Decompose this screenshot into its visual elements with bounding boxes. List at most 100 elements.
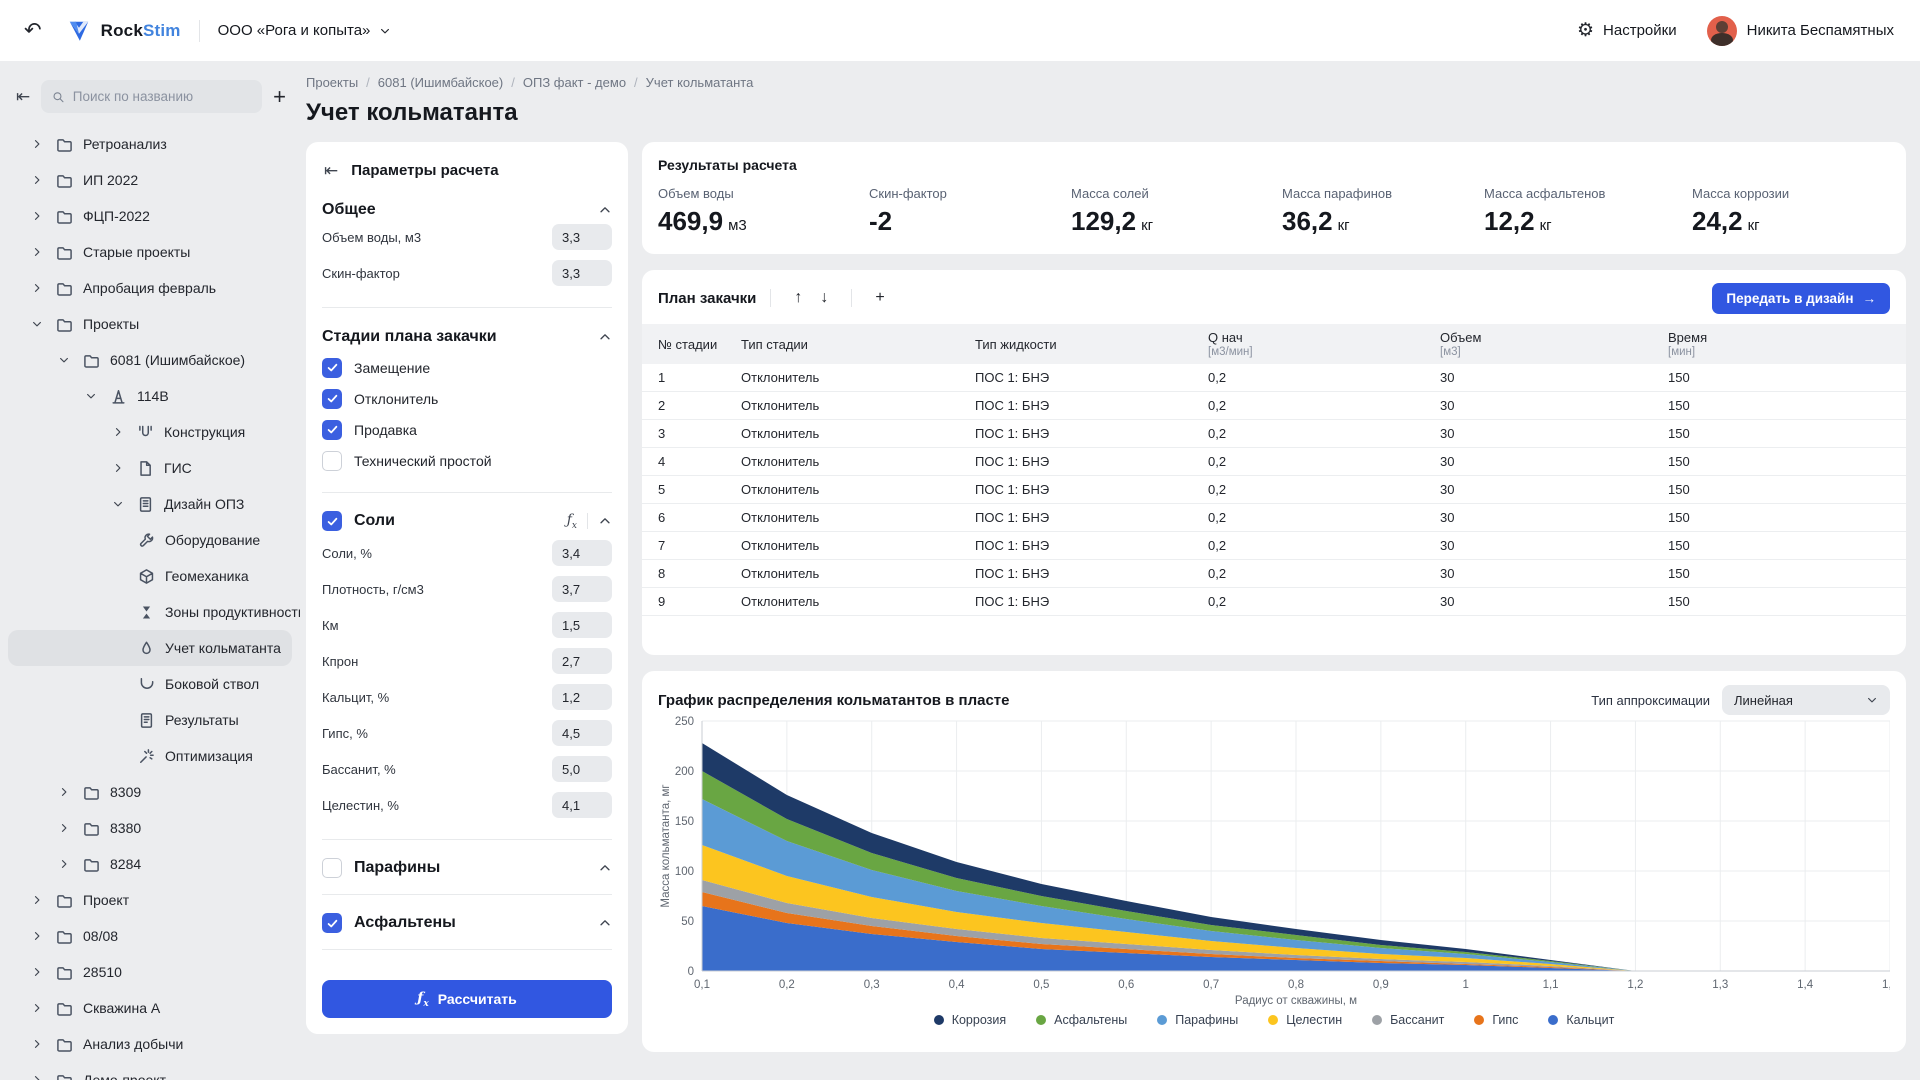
table-cell[interactable]: ПОС 1: БНЭ <box>975 538 1208 553</box>
table-cell[interactable]: 30 <box>1440 510 1668 525</box>
chevron-up-icon[interactable] <box>598 203 612 217</box>
add-stage-icon[interactable]: + <box>866 289 893 307</box>
table-cell[interactable]: 0,2 <box>1208 398 1440 413</box>
chevron-down-icon[interactable] <box>110 498 126 510</box>
param-input[interactable]: 3,3 <box>552 224 612 250</box>
checkbox[interactable] <box>322 913 342 933</box>
param-input[interactable]: 4,1 <box>552 792 612 818</box>
approximation-select[interactable]: Линейная <box>1722 685 1890 715</box>
checkbox[interactable] <box>322 451 342 471</box>
chevron-down-icon[interactable] <box>83 390 99 402</box>
table-cell[interactable]: 150 <box>1668 566 1890 581</box>
tree-item[interactable]: 8309 <box>8 774 292 810</box>
tree-item[interactable]: Проекты <box>8 306 292 342</box>
table-cell[interactable]: 0,2 <box>1208 510 1440 525</box>
table-cell[interactable]: ПОС 1: БНЭ <box>975 398 1208 413</box>
table-cell[interactable]: Отклонитель <box>741 510 975 525</box>
tree-item[interactable]: 28510 <box>8 954 292 990</box>
table-cell[interactable]: 150 <box>1668 454 1890 469</box>
tree-item[interactable]: Боковой ствол <box>8 666 292 702</box>
table-cell[interactable]: 150 <box>1668 426 1890 441</box>
panel-collapse-icon[interactable]: ⇤ <box>324 162 338 179</box>
table-cell[interactable]: Отклонитель <box>741 482 975 497</box>
table-cell[interactable]: ПОС 1: БНЭ <box>975 454 1208 469</box>
checkbox[interactable] <box>322 358 342 378</box>
tree-item[interactable]: 8380 <box>8 810 292 846</box>
table-cell[interactable]: 6 <box>658 510 741 525</box>
tree-item[interactable]: Оптимизация <box>8 738 292 774</box>
move-down-icon[interactable]: ↓ <box>811 289 837 307</box>
breadcrumb-item[interactable]: 6081 (Ишимбайское) <box>378 75 503 90</box>
search-input[interactable] <box>73 89 251 104</box>
checkbox[interactable] <box>322 858 342 878</box>
org-selector[interactable]: ООО «Рога и копыта» <box>218 22 392 39</box>
param-input[interactable]: 2,7 <box>552 648 612 674</box>
app-logo[interactable]: RockStim <box>66 18 181 44</box>
table-cell[interactable]: ПОС 1: БНЭ <box>975 594 1208 609</box>
chevron-right-icon[interactable] <box>29 966 45 978</box>
user-menu[interactable]: Никита Беспамятных <box>1707 16 1894 46</box>
table-cell[interactable]: 8 <box>658 566 741 581</box>
legend-item[interactable]: Коррозия <box>934 1013 1006 1027</box>
breadcrumb-item[interactable]: Проекты <box>306 75 358 90</box>
tree-item[interactable]: Оборудование <box>8 522 292 558</box>
chevron-right-icon[interactable] <box>29 1074 45 1080</box>
tree-item[interactable]: ИП 2022 <box>8 162 292 198</box>
checkbox[interactable] <box>322 420 342 440</box>
send-to-design-button[interactable]: Передать в дизайн → <box>1712 283 1890 314</box>
checkbox[interactable] <box>322 389 342 409</box>
table-cell[interactable]: 30 <box>1440 454 1668 469</box>
tree-item[interactable]: Зоны продуктивности <box>8 594 292 630</box>
tree-item[interactable]: Апробация февраль <box>8 270 292 306</box>
param-input[interactable]: 4,5 <box>552 720 612 746</box>
table-cell[interactable]: 150 <box>1668 510 1890 525</box>
stage-checkbox-row[interactable]: Замещение <box>322 352 612 383</box>
table-cell[interactable]: 0,2 <box>1208 594 1440 609</box>
table-cell[interactable]: 9 <box>658 594 741 609</box>
tree-item[interactable]: Скважина А <box>8 990 292 1026</box>
table-cell[interactable]: ПОС 1: БНЭ <box>975 510 1208 525</box>
chevron-right-icon[interactable] <box>29 246 45 258</box>
legend-item[interactable]: Бассанит <box>1372 1013 1444 1027</box>
param-input[interactable]: 3,3 <box>552 260 612 286</box>
param-input[interactable]: 1,5 <box>552 612 612 638</box>
add-project-button[interactable]: + <box>273 86 286 108</box>
move-up-icon[interactable]: ↑ <box>785 289 811 307</box>
table-cell[interactable]: 0,2 <box>1208 370 1440 385</box>
sidebar-collapse-icon[interactable]: ⇤ <box>16 88 30 105</box>
tree-item[interactable]: Конструкция <box>8 414 292 450</box>
chevron-up-icon[interactable] <box>598 330 612 344</box>
checkbox[interactable] <box>322 511 342 531</box>
table-cell[interactable]: Отклонитель <box>741 398 975 413</box>
table-cell[interactable]: 0,2 <box>1208 538 1440 553</box>
breadcrumb-item[interactable]: ОПЗ факт - демо <box>523 75 626 90</box>
table-cell[interactable]: 150 <box>1668 538 1890 553</box>
legend-item[interactable]: Гипс <box>1474 1013 1518 1027</box>
stage-checkbox-row[interactable]: Продавка <box>322 414 612 445</box>
table-cell[interactable]: ПОС 1: БНЭ <box>975 482 1208 497</box>
table-cell[interactable]: ПОС 1: БНЭ <box>975 370 1208 385</box>
table-cell[interactable]: 150 <box>1668 482 1890 497</box>
table-cell[interactable]: ПОС 1: БНЭ <box>975 426 1208 441</box>
table-cell[interactable]: Отклонитель <box>741 370 975 385</box>
table-cell[interactable]: 30 <box>1440 426 1668 441</box>
table-cell[interactable]: Отклонитель <box>741 566 975 581</box>
legend-item[interactable]: Кальцит <box>1548 1013 1614 1027</box>
legend-item[interactable]: Целестин <box>1268 1013 1342 1027</box>
param-input[interactable]: 5,0 <box>552 756 612 782</box>
table-cell[interactable]: 7 <box>658 538 741 553</box>
tree-item[interactable]: ГИС <box>8 450 292 486</box>
tree-item[interactable]: Ретроанализ <box>8 126 292 162</box>
table-cell[interactable]: 150 <box>1668 398 1890 413</box>
back-icon[interactable]: ↶ <box>24 20 42 41</box>
tree-item[interactable]: Демо-проект <box>8 1062 292 1080</box>
breadcrumb-item[interactable]: Учет кольматанта <box>646 75 754 90</box>
chevron-right-icon[interactable] <box>110 462 126 474</box>
table-cell[interactable]: ПОС 1: БНЭ <box>975 566 1208 581</box>
table-cell[interactable]: 30 <box>1440 566 1668 581</box>
chevron-down-icon[interactable] <box>29 318 45 330</box>
table-cell[interactable]: Отклонитель <box>741 454 975 469</box>
tree-item[interactable]: Учет кольматанта <box>8 630 292 666</box>
table-cell[interactable]: 0,2 <box>1208 482 1440 497</box>
chevron-up-icon[interactable] <box>598 861 612 875</box>
